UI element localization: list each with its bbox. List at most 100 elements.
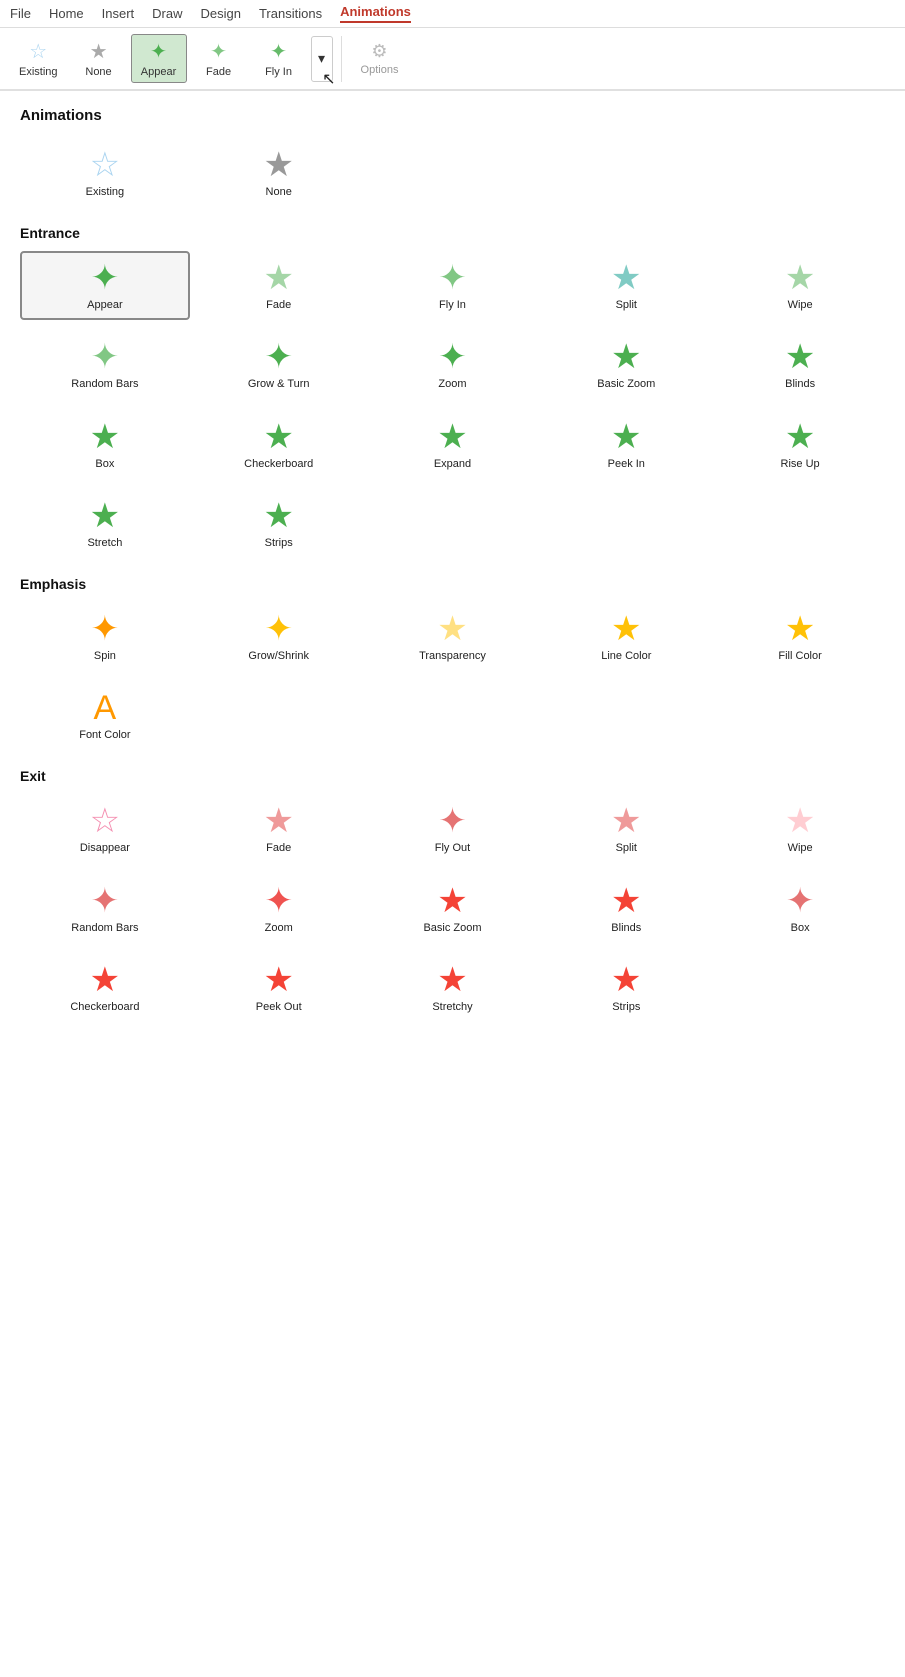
none-label: None (266, 186, 292, 199)
anim-random-bars[interactable]: ✦ Random Bars (20, 330, 190, 399)
line-color-icon: ★ (611, 612, 641, 646)
menu-insert[interactable]: Insert (102, 6, 135, 21)
stretch-icon: ★ (90, 499, 120, 533)
grow-turn-label: Grow & Turn (248, 378, 310, 391)
ribbon-dropdown[interactable]: ▾ ↖ (311, 36, 333, 82)
menu-home[interactable]: Home (49, 6, 84, 21)
menu-bar: File Home Insert Draw Design Transitions… (0, 0, 905, 28)
menu-transitions[interactable]: Transitions (259, 6, 322, 21)
exit-split-label: Split (616, 842, 637, 855)
ribbon-existing[interactable]: ☆ Existing (10, 34, 67, 83)
anim-exit-zoom[interactable]: ✦ Zoom (194, 874, 364, 943)
anim-none[interactable]: ★ None (194, 138, 364, 207)
exit-checkerboard-label: Checkerboard (70, 1001, 139, 1014)
ribbon-flyin[interactable]: ✦ Fly In (251, 34, 307, 83)
peek-out-icon: ★ (263, 963, 293, 997)
ribbon-flyin-label: Fly In (265, 66, 292, 78)
random-bars-label: Random Bars (71, 378, 138, 391)
transparency-label: Transparency (419, 650, 486, 663)
anim-wipe[interactable]: ★ Wipe (715, 251, 885, 320)
ribbon-appear[interactable]: ✦ Appear (131, 34, 187, 83)
anim-strips[interactable]: ★ Strips (194, 489, 364, 558)
flyin-star-icon: ✦ (270, 39, 287, 64)
anim-peek-out[interactable]: ★ Peek Out (194, 953, 364, 1022)
box-label: Box (95, 458, 114, 471)
anim-disappear[interactable]: ☆ Disappear (20, 794, 190, 863)
anim-exit-blinds[interactable]: ★ Blinds (541, 874, 711, 943)
entrance-grid: ✦ Appear ★ Fade ✦ Fly In ★ Split ★ Wipe … (20, 251, 885, 558)
gear-icon: ⚙ (371, 41, 387, 62)
anim-stretch[interactable]: ★ Stretch (20, 489, 190, 558)
anim-appear[interactable]: ✦ Appear (20, 251, 190, 320)
wipe-label: Wipe (788, 299, 813, 312)
anim-exit-random-bars[interactable]: ✦ Random Bars (20, 874, 190, 943)
exit-grid: ☆ Disappear ★ Fade ✦ Fly Out ★ Split ★ W… (20, 794, 885, 1022)
exit-random-bars-label: Random Bars (71, 922, 138, 935)
anim-stretchy[interactable]: ★ Stretchy (368, 953, 538, 1022)
anim-peek-in[interactable]: ★ Peek In (541, 410, 711, 479)
appear-icon: ✦ (91, 261, 120, 295)
anim-existing[interactable]: ☆ Existing (20, 138, 190, 207)
rise-up-label: Rise Up (781, 458, 820, 471)
anim-split[interactable]: ★ Split (541, 251, 711, 320)
anim-font-color[interactable]: A Font Color (20, 681, 190, 750)
checkerboard-icon: ★ (263, 420, 293, 454)
anim-basic-zoom[interactable]: ★ Basic Zoom (541, 330, 711, 399)
emphasis-title: Emphasis (20, 576, 885, 592)
anim-exit-strips[interactable]: ★ Strips (541, 953, 711, 1022)
ribbon-fade[interactable]: ✦ Fade (191, 34, 247, 83)
wipe-icon: ★ (785, 261, 815, 295)
anim-exit-wipe[interactable]: ★ Wipe (715, 794, 885, 863)
menu-design[interactable]: Design (201, 6, 241, 21)
entrance-title: Entrance (20, 225, 885, 241)
top-animations-grid: ☆ Existing ★ None (20, 138, 885, 207)
split-icon: ★ (611, 261, 641, 295)
fly-out-icon: ✦ (438, 804, 467, 838)
anim-rise-up[interactable]: ★ Rise Up (715, 410, 885, 479)
exit-wipe-icon: ★ (785, 804, 815, 838)
basic-zoom-icon: ★ (611, 340, 641, 374)
menu-animations[interactable]: Animations (340, 4, 411, 23)
anim-flyin[interactable]: ✦ Fly In (368, 251, 538, 320)
grow-shrink-label: Grow/Shrink (248, 650, 309, 663)
anim-grow-turn[interactable]: ✦ Grow & Turn (194, 330, 364, 399)
anim-exit-checkerboard[interactable]: ★ Checkerboard (20, 953, 190, 1022)
anim-exit-fade[interactable]: ★ Fade (194, 794, 364, 863)
exit-wipe-label: Wipe (788, 842, 813, 855)
box-icon: ★ (90, 420, 120, 454)
anim-fill-color[interactable]: ★ Fill Color (715, 602, 885, 671)
ribbon-none-label: None (85, 66, 111, 78)
grow-shrink-icon: ✦ (264, 612, 293, 646)
fade-icon: ★ (263, 261, 293, 295)
emphasis-grid: ✦ Spin ✦ Grow/Shrink ★ Transparency ★ Li… (20, 602, 885, 750)
fly-out-label: Fly Out (435, 842, 470, 855)
fill-color-label: Fill Color (778, 650, 821, 663)
stretch-label: Stretch (87, 537, 122, 550)
anim-zoom[interactable]: ✦ Zoom (368, 330, 538, 399)
flyin-icon: ✦ (438, 261, 467, 295)
exit-checkerboard-icon: ★ (90, 963, 120, 997)
existing-icon: ☆ (90, 148, 120, 182)
menu-file[interactable]: File (10, 6, 31, 21)
anim-transparency[interactable]: ★ Transparency (368, 602, 538, 671)
anim-fly-out[interactable]: ✦ Fly Out (368, 794, 538, 863)
anim-expand[interactable]: ★ Expand (368, 410, 538, 479)
anim-exit-basic-zoom[interactable]: ★ Basic Zoom (368, 874, 538, 943)
anim-exit-box[interactable]: ✦ Box (715, 874, 885, 943)
grow-turn-icon: ✦ (264, 340, 293, 374)
expand-label: Expand (434, 458, 471, 471)
anim-exit-split[interactable]: ★ Split (541, 794, 711, 863)
peek-in-icon: ★ (611, 420, 641, 454)
anim-blinds[interactable]: ★ Blinds (715, 330, 885, 399)
anim-grow-shrink[interactable]: ✦ Grow/Shrink (194, 602, 364, 671)
anim-box[interactable]: ★ Box (20, 410, 190, 479)
menu-draw[interactable]: Draw (152, 6, 182, 21)
anim-fade[interactable]: ★ Fade (194, 251, 364, 320)
none-icon: ★ (263, 148, 293, 182)
ribbon-none[interactable]: ★ None (71, 34, 127, 83)
anim-checkerboard[interactable]: ★ Checkerboard (194, 410, 364, 479)
ribbon-options[interactable]: ⚙ Options (350, 36, 410, 81)
anim-spin[interactable]: ✦ Spin (20, 602, 190, 671)
anim-line-color[interactable]: ★ Line Color (541, 602, 711, 671)
none-star-icon: ★ (90, 39, 108, 64)
